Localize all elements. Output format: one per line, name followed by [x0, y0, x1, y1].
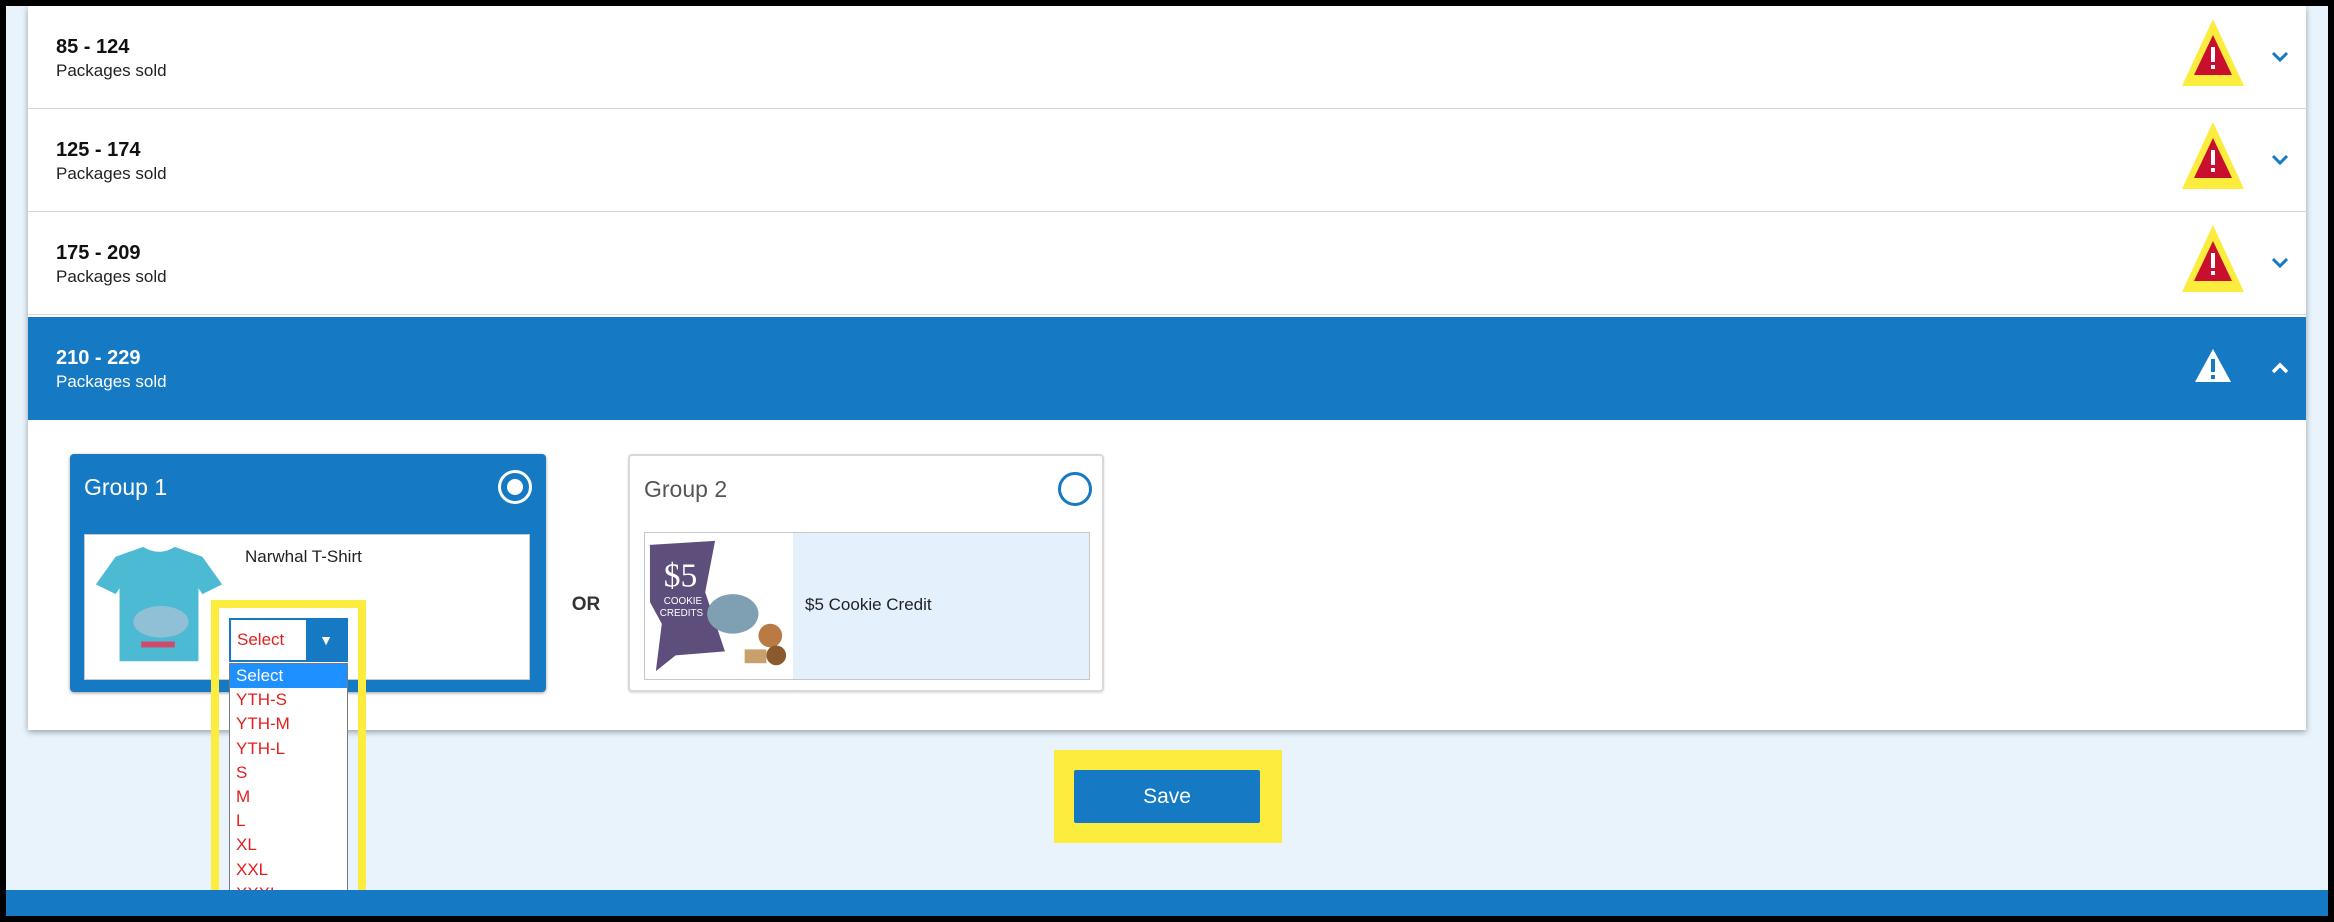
tier-range: 210 - 229 — [56, 347, 141, 369]
tier-range: 85 - 124 — [56, 36, 130, 58]
group-2-card[interactable]: Group 2 $5 COOKIE CREDITS $5 Cookie Cred… — [628, 454, 1104, 692]
tier-subtitle: Packages sold — [56, 164, 167, 183]
tier-row-active[interactable]: 210 - 229 Packages sold — [28, 317, 2306, 420]
size-options-list[interactable]: Select YTH-S YTH-M YTH-L S M L XL XXL XX… — [229, 663, 348, 906]
tier-subtitle: Packages sold — [56, 61, 167, 80]
tier-accordion-panel: 85 - 124 Packages sold 125 - 174 Package… — [28, 6, 2306, 730]
page-frame: 85 - 124 Packages sold 125 - 174 Package… — [6, 6, 2328, 916]
size-select-value: Select — [237, 630, 285, 649]
warning-triangle-icon — [2182, 225, 2244, 292]
save-button[interactable]: Save — [1074, 770, 1260, 823]
size-option[interactable]: XXL — [230, 858, 347, 882]
thumb-dollar-text: $5 — [664, 557, 698, 594]
thumb-caption-text: COOKIE — [664, 596, 703, 607]
chevron-down-icon[interactable] — [2265, 42, 2295, 72]
product-name: $5 Cookie Credit — [805, 595, 932, 614]
chevron-down-icon[interactable] — [2265, 145, 2295, 175]
chevron-up-icon[interactable] — [2265, 353, 2295, 383]
dropdown-arrow-icon[interactable]: ▼ — [306, 620, 346, 660]
size-option[interactable]: YTH-S — [230, 688, 347, 712]
size-option[interactable]: L — [230, 809, 347, 833]
tier-row[interactable]: 125 - 174 Packages sold — [28, 109, 2306, 212]
product-name: Narwhal T-Shirt — [245, 547, 362, 566]
size-select[interactable]: Select ▼ — [229, 618, 348, 662]
size-dropdown-highlight: Select ▼ Select YTH-S YTH-M YTH-L S M L … — [211, 600, 366, 916]
size-option[interactable]: YTH-L — [230, 737, 347, 761]
chevron-down-icon[interactable] — [2265, 248, 2295, 278]
or-separator: OR — [571, 594, 601, 615]
warning-triangle-icon — [2182, 122, 2244, 189]
tier-row[interactable]: 175 - 209 Packages sold — [28, 212, 2306, 315]
tier-subtitle: Packages sold — [56, 372, 167, 391]
size-option[interactable]: Select — [230, 664, 347, 689]
group-1-radio[interactable] — [498, 470, 532, 504]
tier-range: 175 - 209 — [56, 242, 141, 264]
group-title: Group 1 — [84, 474, 168, 500]
warning-triangle-icon — [2182, 19, 2244, 86]
group-2-radio[interactable] — [1058, 472, 1092, 506]
thumb-caption-text: CREDITS — [660, 608, 704, 619]
size-option[interactable]: M — [230, 785, 347, 809]
save-highlight: Save — [1054, 750, 1282, 843]
size-option[interactable]: S — [230, 761, 347, 785]
footer-bar — [6, 890, 2328, 916]
group-title: Group 2 — [644, 476, 728, 502]
cookie-credit-image: $5 COOKIE CREDITS — [645, 533, 793, 679]
tier-subtitle: Packages sold — [56, 267, 167, 286]
product-tile: $5 COOKIE CREDITS $5 Cookie Credit — [644, 532, 1090, 680]
tier-range: 125 - 174 — [56, 139, 141, 161]
warning-triangle-icon — [2195, 349, 2231, 382]
size-option[interactable]: XL — [230, 833, 347, 857]
tier-row[interactable]: 85 - 124 Packages sold — [28, 6, 2306, 109]
size-option[interactable]: YTH-M — [230, 712, 347, 736]
